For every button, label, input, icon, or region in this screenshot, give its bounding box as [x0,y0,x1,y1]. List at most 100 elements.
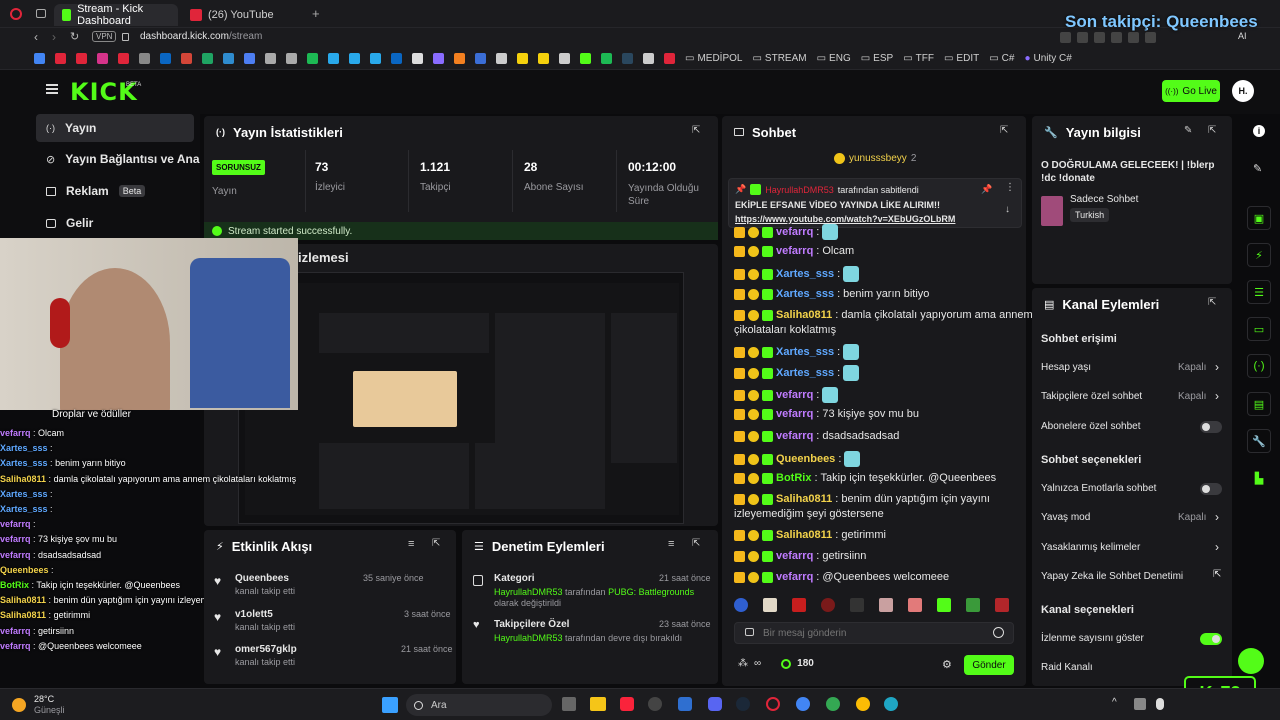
activity-user[interactable]: omer567gklp [235,644,297,655]
chat-username[interactable]: Saliha0811 [776,309,832,321]
account-age-label[interactable]: Hesap yaşı [1041,362,1091,373]
bookmark-folder-stream[interactable]: ▭ STREAM [752,53,806,64]
music-app-icon[interactable] [620,697,634,711]
chevron-right-icon[interactable]: › [1215,540,1219,554]
chatgpt-bookmark-icon[interactable] [265,53,276,64]
grid-icon[interactable] [1077,32,1088,43]
youtube-bookmark-icon[interactable] [55,53,66,64]
popout-icon[interactable]: ⇱ [692,125,700,136]
support-headset-icon[interactable] [1238,648,1264,674]
emote-icon[interactable] [966,598,980,612]
emote-icon[interactable] [995,598,1009,612]
rail-actions-icon[interactable]: ▤ [1247,392,1271,416]
url-field[interactable]: dashboard.kick.com/stream [140,31,262,42]
infinity-icon[interactable]: ∞ [754,658,761,669]
youtube-studio-bookmark-icon[interactable] [76,53,87,64]
play-icon[interactable] [1111,32,1122,43]
edit-icon[interactable]: ✎ [1253,162,1262,175]
unpin-icon[interactable]: 📌 [981,184,992,195]
chat-username[interactable]: Xartes_sss [776,346,834,358]
chat-username[interactable]: Queenbees [776,453,835,465]
go-live-button[interactable]: ((·)) Go Live [1162,80,1220,102]
rail-wrench-icon[interactable]: 🔧 [1247,429,1271,453]
chat-username[interactable]: BotRix [776,472,811,484]
chrome-icon[interactable] [826,697,840,711]
account-age-value[interactable]: Kapalı [1178,362,1206,373]
microphone-icon[interactable] [1156,698,1164,710]
back-arrow-icon[interactable]: ‹ [34,30,38,44]
chat-username[interactable]: vefarrq [776,430,813,442]
bookmark-folder-medipol[interactable]: ▭ MEDİPOL [685,53,742,64]
chat-username[interactable]: Saliha0811 [776,493,832,505]
followers-only-value[interactable]: Kapalı [1178,391,1206,402]
pinned-by-user[interactable]: HayrullahDMR53 [765,185,834,195]
task-view-icon[interactable] [562,697,576,711]
wallet-bookmark-icon[interactable] [517,53,528,64]
edit-pencil-icon[interactable]: ✎ [1184,125,1192,136]
chat-username[interactable]: vefarrq [776,226,813,238]
chat-username[interactable]: Xartes_sss [776,268,834,280]
chat-input[interactable] [734,622,1014,644]
target[interactable]: PUBG: Battlegrounds [608,587,694,597]
steam-icon[interactable] [736,697,750,711]
external-link-icon[interactable]: ⇱ [1213,569,1221,580]
weather-temp[interactable]: 28°C [34,694,54,704]
map-bookmark-icon[interactable] [370,53,381,64]
extension-bookmark-icon[interactable] [475,53,486,64]
s-bookmark-icon[interactable] [538,53,549,64]
download-icon[interactable] [1145,32,1156,43]
ai-moderation-label[interactable]: Yapay Zeka ile Sohbet Denetimi [1041,571,1183,582]
emote-icon[interactable] [763,598,777,612]
ai-button[interactable]: AI [1238,31,1247,41]
file-explorer-icon[interactable] [590,697,606,711]
filter-icon[interactable]: ≡ [408,538,414,550]
emote-icon[interactable] [908,598,922,612]
show-viewers-toggle[interactable] [1200,633,1222,645]
filter-icon[interactable]: ≡ [668,538,674,550]
bookmark-folder-csharp[interactable]: ▭ C# [989,53,1014,64]
screenshot-icon[interactable] [1060,32,1071,43]
docs-bookmark-icon[interactable] [244,53,255,64]
bookmark-icon[interactable] [643,53,654,64]
edge-icon[interactable] [884,697,898,711]
kick-bookmark-icon[interactable] [580,53,591,64]
linkedin2-bookmark-icon[interactable] [391,53,402,64]
tab-kick-dashboard[interactable]: Stream - Kick Dashboard [54,3,178,27]
bookmark-folder-unity[interactable]: ● Unity C# [1024,53,1071,64]
subscribers-only-toggle[interactable] [1200,421,1222,433]
forward-arrow-icon[interactable]: › [52,30,56,44]
telegram-bookmark-icon[interactable] [328,53,339,64]
tool-bookmark-icon[interactable] [286,53,297,64]
chart-bookmark-icon[interactable] [454,53,465,64]
tool2-bookmark-icon[interactable] [433,53,444,64]
game-bookmark-icon[interactable] [601,53,612,64]
notion-bookmark-icon[interactable] [412,53,423,64]
chat-username[interactable]: vefarrq [776,389,813,401]
file-bookmark-icon[interactable] [559,53,570,64]
instagram-bookmark-icon[interactable] [97,53,108,64]
chat-username[interactable]: vefarrq [776,245,813,257]
banned-words-label[interactable]: Yasaklanmış kelimeler [1041,542,1140,553]
opera-icon[interactable] [766,697,780,711]
site-bookmark-icon[interactable] [349,53,360,64]
gmail-bookmark-icon[interactable] [181,53,192,64]
info-icon[interactable]: i [1253,125,1265,137]
app-icon[interactable] [678,697,692,711]
slow-mode-value[interactable]: Kapalı [1178,512,1206,523]
chat-username[interactable]: vefarrq [776,571,813,583]
tab-youtube[interactable]: (26) YouTube [182,4,306,26]
bookmark-folder-esp[interactable]: ▭ ESP [861,53,893,64]
emote-icon[interactable] [821,598,835,612]
actor[interactable]: HayrullahDMR53 [494,587,563,597]
popout-icon[interactable]: ⇱ [1208,297,1216,308]
start-windows-icon[interactable] [382,697,398,713]
rail-stream-icon[interactable]: ▣ [1247,206,1271,230]
app-icon[interactable] [648,697,662,711]
popout-icon[interactable]: ⇱ [1208,125,1216,136]
shield-icon[interactable] [1094,32,1105,43]
tabs-menu-icon[interactable] [36,9,46,18]
send-button[interactable]: Gönder [964,655,1014,675]
chat-message-field[interactable] [763,626,983,640]
followers-only-label[interactable]: Takipçilere özel sohbet [1041,391,1142,402]
points-value[interactable]: 180 [797,658,814,669]
